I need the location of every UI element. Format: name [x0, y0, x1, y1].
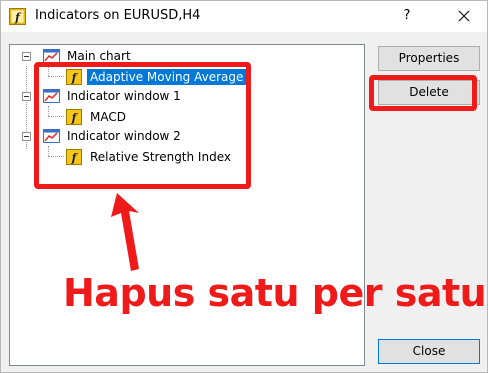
collapse-icon[interactable] — [22, 92, 31, 101]
close-window-icon[interactable] — [449, 4, 479, 28]
chart-window-icon — [43, 49, 60, 63]
title-bar: f Indicators on EURUSD,H4 ? — [1, 1, 487, 32]
window-title: Indicators on EURUSD,H4 — [35, 8, 201, 23]
properties-button[interactable]: Properties — [378, 46, 480, 71]
indicator-app-icon: f — [9, 8, 26, 25]
highlight-box-delete — [369, 75, 477, 111]
collapse-icon[interactable] — [22, 132, 31, 141]
arrow-up-icon — [111, 193, 139, 271]
close-button[interactable]: Close — [378, 339, 480, 364]
collapse-icon[interactable] — [22, 52, 31, 61]
highlight-box-indicators — [34, 62, 251, 189]
help-button[interactable]: ? — [394, 4, 420, 28]
indicators-dialog: f Indicators on EURUSD,H4 ? Main chart f… — [0, 0, 488, 373]
annotation-text: Hapus satu per satu — [63, 271, 487, 315]
